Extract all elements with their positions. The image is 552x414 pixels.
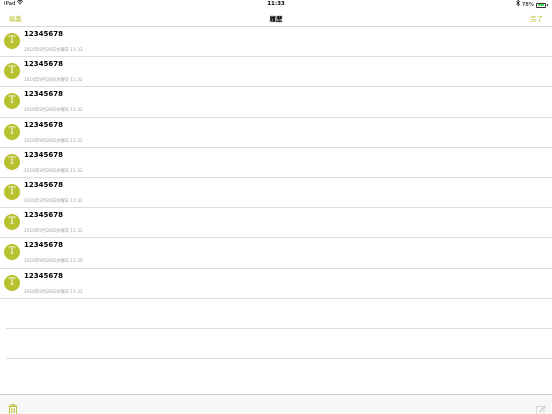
row-title: 12345678 [24, 150, 63, 159]
avatar: T [4, 153, 20, 170]
avatar: T [4, 33, 20, 49]
battery-icon [536, 2, 546, 8]
row-title: 12345678 [24, 30, 63, 38]
history-row[interactable]: T 12345678 2016年9月28日水曜日 11:32 [0, 87, 552, 118]
row-title: 12345678 [24, 60, 63, 69]
row-title: 12345678 [24, 271, 63, 280]
row-date: 2016年9月28日水曜日 11:32 [24, 138, 83, 144]
battery-fill [537, 4, 545, 6]
row-title: 12345678 [24, 180, 63, 189]
history-row[interactable]: T 12345678 2016年9月28日水曜日 11:30 [0, 238, 552, 269]
avatar: T [4, 274, 20, 291]
navigation-bar: 編集 履歴 完了 [0, 9, 552, 27]
row-date: 2016年9月28日水曜日 11:33 [24, 48, 83, 53]
history-row[interactable]: T 12345678 2016年9月28日水曜日 11:32 [0, 148, 552, 178]
done-button[interactable]: 完了 [530, 13, 543, 23]
row-title: 12345678 [24, 90, 63, 99]
history-row[interactable]: T 12345678 2016年9月28日水曜日 11:32 [0, 208, 552, 239]
compose-icon[interactable] [536, 400, 547, 414]
row-title: 12345678 [24, 120, 63, 129]
row-date: 2016年9月28日水曜日 11:32 [24, 78, 83, 84]
empty-row-divider [6, 328, 552, 329]
history-row[interactable]: T 12345678 2016年9月28日水曜日 11:31 [0, 269, 552, 299]
status-bar: iPad 11:33 78% [0, 0, 552, 9]
history-list: T 12345678 2016年9月28日水曜日 11:33 T 12345678 201… [0, 27, 552, 299]
empty-row-divider [6, 358, 552, 359]
avatar: T [4, 183, 20, 200]
status-time: 11:33 [267, 1, 285, 7]
battery-tip [547, 4, 548, 6]
row-date: 2016年9月28日水曜日 11:30 [24, 259, 83, 265]
history-row[interactable]: T 12345678 2016年9月28日水曜日 11:32 [0, 57, 552, 88]
history-row[interactable]: T 12345678 2016年9月28日水曜日 11:32 [0, 118, 552, 148]
avatar: T [4, 123, 20, 140]
history-row[interactable]: T 12345678 2016年9月28日水曜日 11:33 [0, 27, 552, 58]
page-title: 履歴 [269, 15, 283, 23]
row-date: 2016年9月28日水曜日 11:32 [24, 229, 83, 235]
history-row[interactable]: T 12345678 2016年9月28日水曜日 11:32 [0, 178, 552, 209]
row-title: 12345678 [24, 241, 63, 250]
row-date: 2016年9月28日水曜日 11:32 [24, 108, 83, 114]
avatar: T [4, 214, 20, 231]
avatar: T [4, 63, 20, 80]
row-title: 12345678 [24, 211, 63, 220]
avatar: T [4, 244, 20, 261]
row-date: 2016年9月28日水曜日 11:32 [24, 198, 83, 204]
trash-icon[interactable] [8, 400, 18, 414]
avatar: T [4, 93, 20, 110]
row-date: 2016年9月28日水曜日 11:31 [24, 289, 83, 295]
row-date: 2016年9月28日水曜日 11:32 [24, 168, 83, 174]
bottom-toolbar [0, 394, 552, 414]
